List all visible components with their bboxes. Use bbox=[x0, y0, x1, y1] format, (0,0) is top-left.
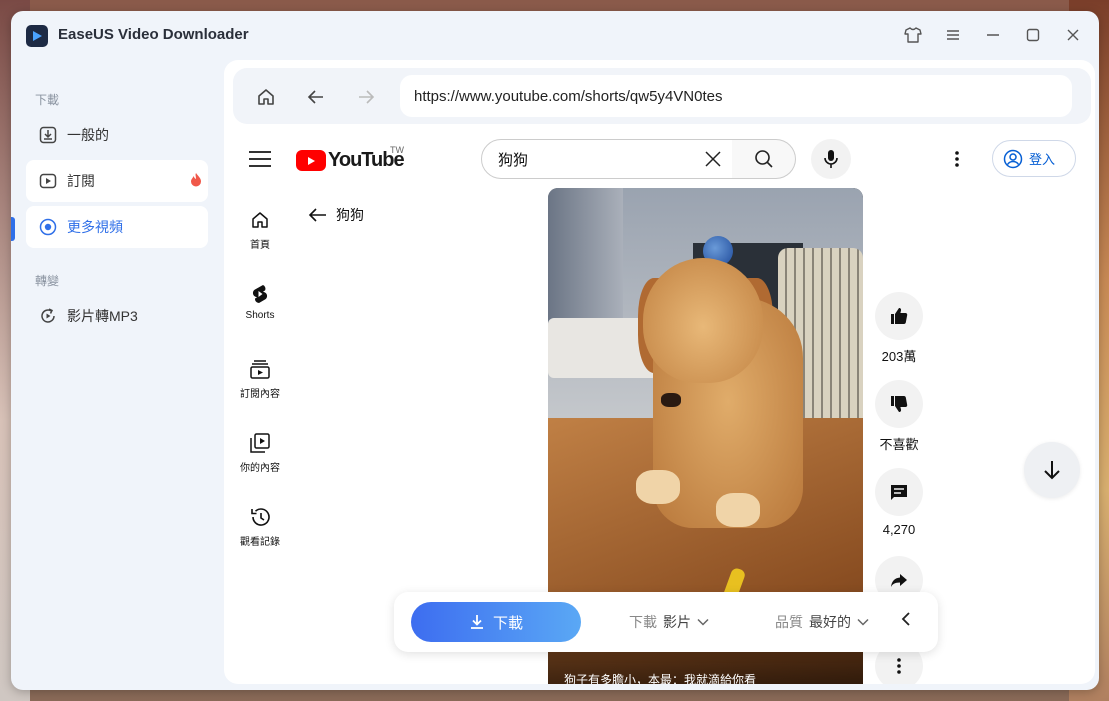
sidebar-item-label: 一般的 bbox=[67, 127, 109, 143]
dislike-button[interactable]: 不喜歡 bbox=[875, 380, 923, 453]
play-circle-icon bbox=[38, 217, 58, 237]
thumbs-down-icon bbox=[875, 380, 923, 428]
sidebar-section-convert: 轉變 bbox=[35, 274, 60, 288]
yt-search-button[interactable] bbox=[732, 139, 796, 179]
like-count: 203萬 bbox=[881, 349, 917, 364]
sidebar-item-general[interactable]: 一般的 bbox=[26, 114, 208, 156]
home-icon bbox=[250, 208, 270, 232]
arrow-down-icon bbox=[1044, 461, 1060, 480]
play-box-icon bbox=[38, 171, 58, 191]
app-window: EaseUS Video Downloader 下載 一般的 訂閱 更多視頻 轉… bbox=[11, 11, 1099, 690]
yt-back-label: 狗狗 bbox=[336, 207, 364, 223]
shorts-icon bbox=[250, 282, 270, 306]
forward-button[interactable] bbox=[353, 84, 379, 110]
library-icon bbox=[249, 431, 271, 455]
sidebar-item-more-videos[interactable]: 更多視頻 bbox=[26, 206, 208, 248]
download-box-icon bbox=[38, 125, 58, 145]
video-caption: 狗子有多膽小，本最：我就滴給你看 bbox=[564, 673, 757, 684]
app-title: EaseUS Video Downloader bbox=[58, 26, 249, 43]
quality-select[interactable]: 品質 最好的 bbox=[775, 612, 869, 632]
thumbs-up-icon bbox=[875, 292, 923, 340]
download-bar: 下載 下載 影片 品質 最好的 bbox=[394, 592, 938, 652]
home-icon bbox=[258, 89, 274, 105]
app-logo-icon bbox=[26, 25, 48, 47]
yt-nav-subscriptions[interactable]: 訂閱內容 bbox=[236, 357, 284, 400]
home-button[interactable] bbox=[253, 84, 279, 110]
comment-button[interactable]: 4,270 bbox=[875, 468, 923, 537]
chevron-left-icon[interactable] bbox=[901, 611, 911, 627]
youtube-play-icon bbox=[296, 150, 326, 171]
yt-logo[interactable]: YouTube TW bbox=[296, 145, 405, 172]
signin-button[interactable]: 登入 bbox=[992, 140, 1076, 177]
minimize-icon[interactable] bbox=[982, 24, 1004, 46]
comment-icon bbox=[875, 468, 923, 516]
chevron-down-icon bbox=[857, 618, 869, 626]
yt-nav-shorts[interactable]: Shorts bbox=[236, 282, 284, 321]
mic-icon bbox=[824, 150, 838, 168]
quality-value: 最好的 bbox=[809, 614, 851, 630]
yt-nav-library[interactable]: 你的內容 bbox=[236, 431, 284, 474]
chevron-down-icon bbox=[697, 618, 709, 626]
download-type-select[interactable]: 下載 影片 bbox=[629, 612, 709, 632]
flame-icon bbox=[190, 172, 202, 190]
quality-label: 品質 bbox=[775, 614, 803, 630]
like-button[interactable]: 203萬 bbox=[875, 292, 923, 365]
search-icon bbox=[754, 150, 773, 168]
download-button[interactable]: 下載 bbox=[411, 602, 581, 642]
menu-icon[interactable] bbox=[942, 24, 964, 46]
scroll-down-button[interactable] bbox=[1024, 442, 1080, 498]
more-vert-icon[interactable] bbox=[954, 150, 960, 173]
yt-hamburger-icon[interactable] bbox=[249, 151, 271, 169]
sidebar-item-label: 更多視頻 bbox=[67, 219, 123, 235]
yt-nav-label: 你的內容 bbox=[240, 463, 280, 474]
download-type-label: 下載 bbox=[629, 614, 657, 630]
title-bar: EaseUS Video Downloader bbox=[11, 11, 1099, 59]
sidebar-item-label: 訂閱 bbox=[67, 173, 95, 189]
yt-search-input[interactable]: 狗狗 bbox=[481, 139, 733, 179]
download-icon bbox=[469, 614, 485, 630]
dislike-label: 不喜歡 bbox=[879, 437, 919, 452]
yt-nav-label: 觀看記錄 bbox=[240, 537, 280, 548]
arrow-right-icon bbox=[359, 90, 375, 104]
arrow-left-icon bbox=[308, 207, 328, 223]
signin-label: 登入 bbox=[1029, 152, 1056, 167]
sidebar-item-label: 影片轉MP3 bbox=[67, 308, 138, 324]
convert-icon bbox=[38, 306, 58, 326]
download-type-value: 影片 bbox=[663, 614, 691, 630]
back-button[interactable] bbox=[303, 84, 329, 110]
yt-nav-label: 首頁 bbox=[250, 240, 270, 251]
yt-nav-label: Shorts bbox=[245, 310, 275, 321]
yt-region: TW bbox=[390, 145, 404, 155]
active-indicator bbox=[11, 217, 15, 241]
comment-count: 4,270 bbox=[882, 522, 916, 537]
close-icon[interactable] bbox=[1062, 24, 1084, 46]
clear-icon[interactable] bbox=[704, 150, 722, 173]
account-icon bbox=[1003, 149, 1023, 169]
yt-back-link[interactable]: 狗狗 bbox=[308, 205, 364, 225]
yt-nav-history[interactable]: 觀看記錄 bbox=[236, 505, 284, 548]
yt-nav-home[interactable]: 首頁 bbox=[236, 208, 284, 251]
mic-button[interactable] bbox=[811, 139, 851, 179]
sidebar-item-subscriptions[interactable]: 訂閱 bbox=[26, 160, 208, 202]
subscriptions-icon bbox=[249, 357, 271, 381]
arrow-left-icon bbox=[307, 90, 323, 104]
download-button-label: 下載 bbox=[492, 614, 523, 632]
sidebar-item-video-to-mp3[interactable]: 影片轉MP3 bbox=[26, 295, 208, 337]
browser-navbar: https://www.youtube.com/shorts/qw5y4VN0t… bbox=[233, 68, 1091, 124]
maximize-icon[interactable] bbox=[1022, 24, 1044, 46]
shirt-icon[interactable] bbox=[902, 24, 924, 46]
history-icon bbox=[249, 505, 271, 529]
sidebar-section-download: 下載 bbox=[35, 93, 60, 107]
browser-panel: https://www.youtube.com/shorts/qw5y4VN0t… bbox=[224, 60, 1095, 684]
yt-nav-label: 訂閱內容 bbox=[240, 389, 280, 400]
url-input[interactable]: https://www.youtube.com/shorts/qw5y4VN0t… bbox=[400, 75, 1072, 117]
